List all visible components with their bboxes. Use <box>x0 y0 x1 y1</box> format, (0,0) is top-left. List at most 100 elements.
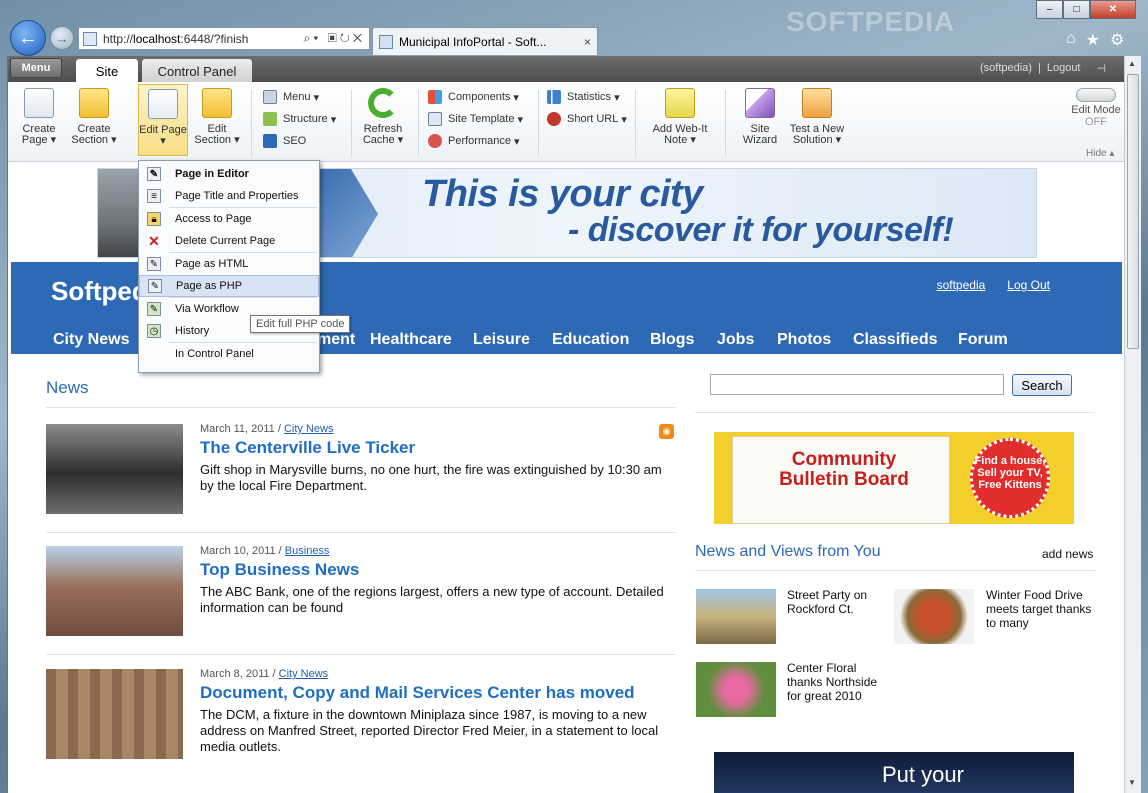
browser-tab[interactable]: Municipal InfoPortal - Soft... × <box>372 27 598 55</box>
news-article: March 8, 2011 / City News Document, Copy… <box>46 668 678 769</box>
logout-link-header[interactable]: Log Out <box>1007 278 1050 292</box>
forward-button[interactable]: → <box>50 26 74 50</box>
add-web-it-note-button[interactable]: Add Web-It Note ▾ <box>644 88 716 146</box>
edit-page-button[interactable]: Edit Page ▾ <box>138 84 188 156</box>
article-title[interactable]: Document, Copy and Mail Services Center … <box>200 683 635 703</box>
views-item[interactable]: Street Party on Rockford Ct. <box>787 588 882 616</box>
nav-healthcare[interactable]: Healthcare <box>370 331 452 349</box>
address-tools-icons[interactable]: ⌕▾ ▣↻✕ <box>304 31 366 46</box>
article-category-link[interactable]: City News <box>284 423 334 435</box>
create-section-button[interactable]: Create Section ▾ <box>66 88 122 146</box>
menu-in-control-panel[interactable]: In Control Panel <box>139 343 319 365</box>
nav-education[interactable]: Education <box>552 331 629 349</box>
menu-access-to-page[interactable]: 🔒︎ Access to Page <box>139 208 319 230</box>
statistics-button[interactable]: Statistics ▾ <box>547 86 627 108</box>
nav-forum[interactable]: Forum <box>958 331 1008 349</box>
refresh-cache-button[interactable]: Refresh Cache ▾ <box>355 88 411 146</box>
article-category-link[interactable]: Business <box>285 545 330 557</box>
gear-icon[interactable]: ⚙ <box>1110 30 1124 50</box>
article-meta: March 8, 2011 / City News <box>200 668 328 680</box>
menu-delete-current-page[interactable]: ✕ Delete Current Page <box>139 230 319 252</box>
article-title[interactable]: The Centerville Live Ticker <box>200 438 415 458</box>
nav-photos[interactable]: Photos <box>777 331 831 349</box>
test-new-solution-button[interactable]: Test a New Solution ▾ <box>786 88 848 146</box>
address-bar[interactable]: http://localhost:6448/?finish ⌕▾ ▣↻✕ <box>78 27 370 50</box>
menu-item-label: Page in Editor <box>175 168 249 180</box>
delete-x-icon: ✕ <box>148 232 160 249</box>
user-profile-link[interactable]: softpedia <box>937 278 986 292</box>
scroll-up-icon[interactable]: ▲ <box>1128 59 1136 68</box>
components-button[interactable]: Components ▾ <box>428 86 523 108</box>
structure-button[interactable]: Structure ▾ <box>263 108 336 130</box>
views-item[interactable]: Winter Food Drive meets target thanks to… <box>986 588 1096 630</box>
site-wizard-label: Site Wizard <box>742 123 778 146</box>
nav-entertainment[interactable]: ment <box>317 331 355 349</box>
nav-jobs[interactable]: Jobs <box>717 331 754 349</box>
maximize-button[interactable]: □ <box>1063 0 1090 19</box>
note-icon <box>665 88 695 118</box>
edit-mode-toggle[interactable]: Edit Mode OFF <box>1066 88 1124 128</box>
news-article: March 11, 2011 / City News The Centervil… <box>46 423 678 524</box>
history-clock-icon: ◷ <box>147 324 161 338</box>
menu-page-as-html[interactable]: ✎ Page as HTML <box>139 253 319 275</box>
pin-icon[interactable]: ⊣ <box>1097 62 1107 75</box>
menu-item-button[interactable]: Menu ▾ <box>263 86 336 108</box>
menu-item-label: Access to Page <box>175 213 252 225</box>
article-title[interactable]: Top Business News <box>200 560 359 580</box>
create-section-label: Create Section <box>71 123 111 146</box>
tab-close-icon[interactable]: × <box>584 35 591 49</box>
add-news-link[interactable]: add news <box>1042 547 1093 561</box>
article-date: March 8, 2011 / <box>200 668 279 680</box>
building-photo <box>46 546 183 636</box>
menu-button[interactable]: Menu <box>10 58 62 78</box>
seo-button[interactable]: SEO <box>263 130 336 152</box>
menu-page-as-php[interactable]: ✎ Page as PHP <box>139 275 319 297</box>
tab-site[interactable]: Site <box>76 59 138 83</box>
create-page-button[interactable]: Create Page ▾ <box>11 88 67 146</box>
fire-photo <box>46 424 183 514</box>
nav-blogs[interactable]: Blogs <box>650 331 694 349</box>
php-tooltip: Edit full PHP code <box>250 315 351 333</box>
search-button[interactable]: Search <box>1012 374 1072 396</box>
scrollbar-thumb[interactable] <box>1127 74 1139 349</box>
edit-section-button[interactable]: Edit Section ▾ <box>189 88 245 146</box>
minimize-button[interactable]: – <box>1036 0 1063 19</box>
page-favicon-icon <box>83 31 97 46</box>
search-input[interactable] <box>710 374 1004 395</box>
statistics-label: Statistics <box>567 91 612 103</box>
nav-classifieds[interactable]: Classifieds <box>853 331 937 349</box>
tab-favicon-icon <box>379 34 393 49</box>
edit-mode-state: OFF <box>1085 116 1107 128</box>
menu-page-title-properties[interactable]: ≡ Page Title and Properties <box>139 185 319 207</box>
tab-control-panel[interactable]: Control Panel <box>142 59 252 83</box>
solution-icon <box>802 88 832 118</box>
template-icon <box>428 112 442 126</box>
home-icon[interactable]: ⌂ <box>1066 30 1076 50</box>
logout-link[interactable]: Logout <box>1047 62 1081 75</box>
back-button[interactable]: ← <box>10 20 46 56</box>
hide-ribbon-link[interactable]: Hide ▴ <box>1086 148 1114 159</box>
seo-label: SEO <box>283 135 307 147</box>
toggle-switch[interactable] <box>1076 88 1116 102</box>
community-bulletin-ad[interactable]: Community Bulletin Board Find a house, S… <box>714 432 1074 524</box>
vertical-scrollbar[interactable]: ▲ ▼ <box>1124 56 1141 793</box>
nav-city-news[interactable]: City News <box>53 331 129 349</box>
favorites-star-icon[interactable]: ★ <box>1086 30 1100 50</box>
site-wizard-button[interactable]: Site Wizard <box>732 88 788 146</box>
advertisement-banner[interactable]: Put your <box>714 752 1074 793</box>
ribbon-divider <box>635 90 636 156</box>
site-template-button[interactable]: Site Template ▾ <box>428 108 523 130</box>
sidebar-divider <box>695 570 1095 571</box>
views-item[interactable]: Center Floral thanks Northside for great… <box>787 661 887 703</box>
add-note-label: Add Web-It Note <box>652 123 708 146</box>
short-url-button[interactable]: Short URL ▾ <box>547 108 627 130</box>
article-category-link[interactable]: City News <box>279 668 329 680</box>
menu-page-in-editor[interactable]: ✎ Page in Editor <box>139 163 319 185</box>
performance-button[interactable]: Performance ▾ <box>428 130 523 152</box>
link-icon <box>547 112 561 126</box>
properties-icon: ≡ <box>147 189 161 203</box>
nav-leisure[interactable]: Leisure <box>473 331 530 349</box>
scroll-down-icon[interactable]: ▼ <box>1128 778 1136 787</box>
street-party-photo <box>696 589 776 644</box>
close-window-button[interactable]: ✕ <box>1090 0 1136 19</box>
